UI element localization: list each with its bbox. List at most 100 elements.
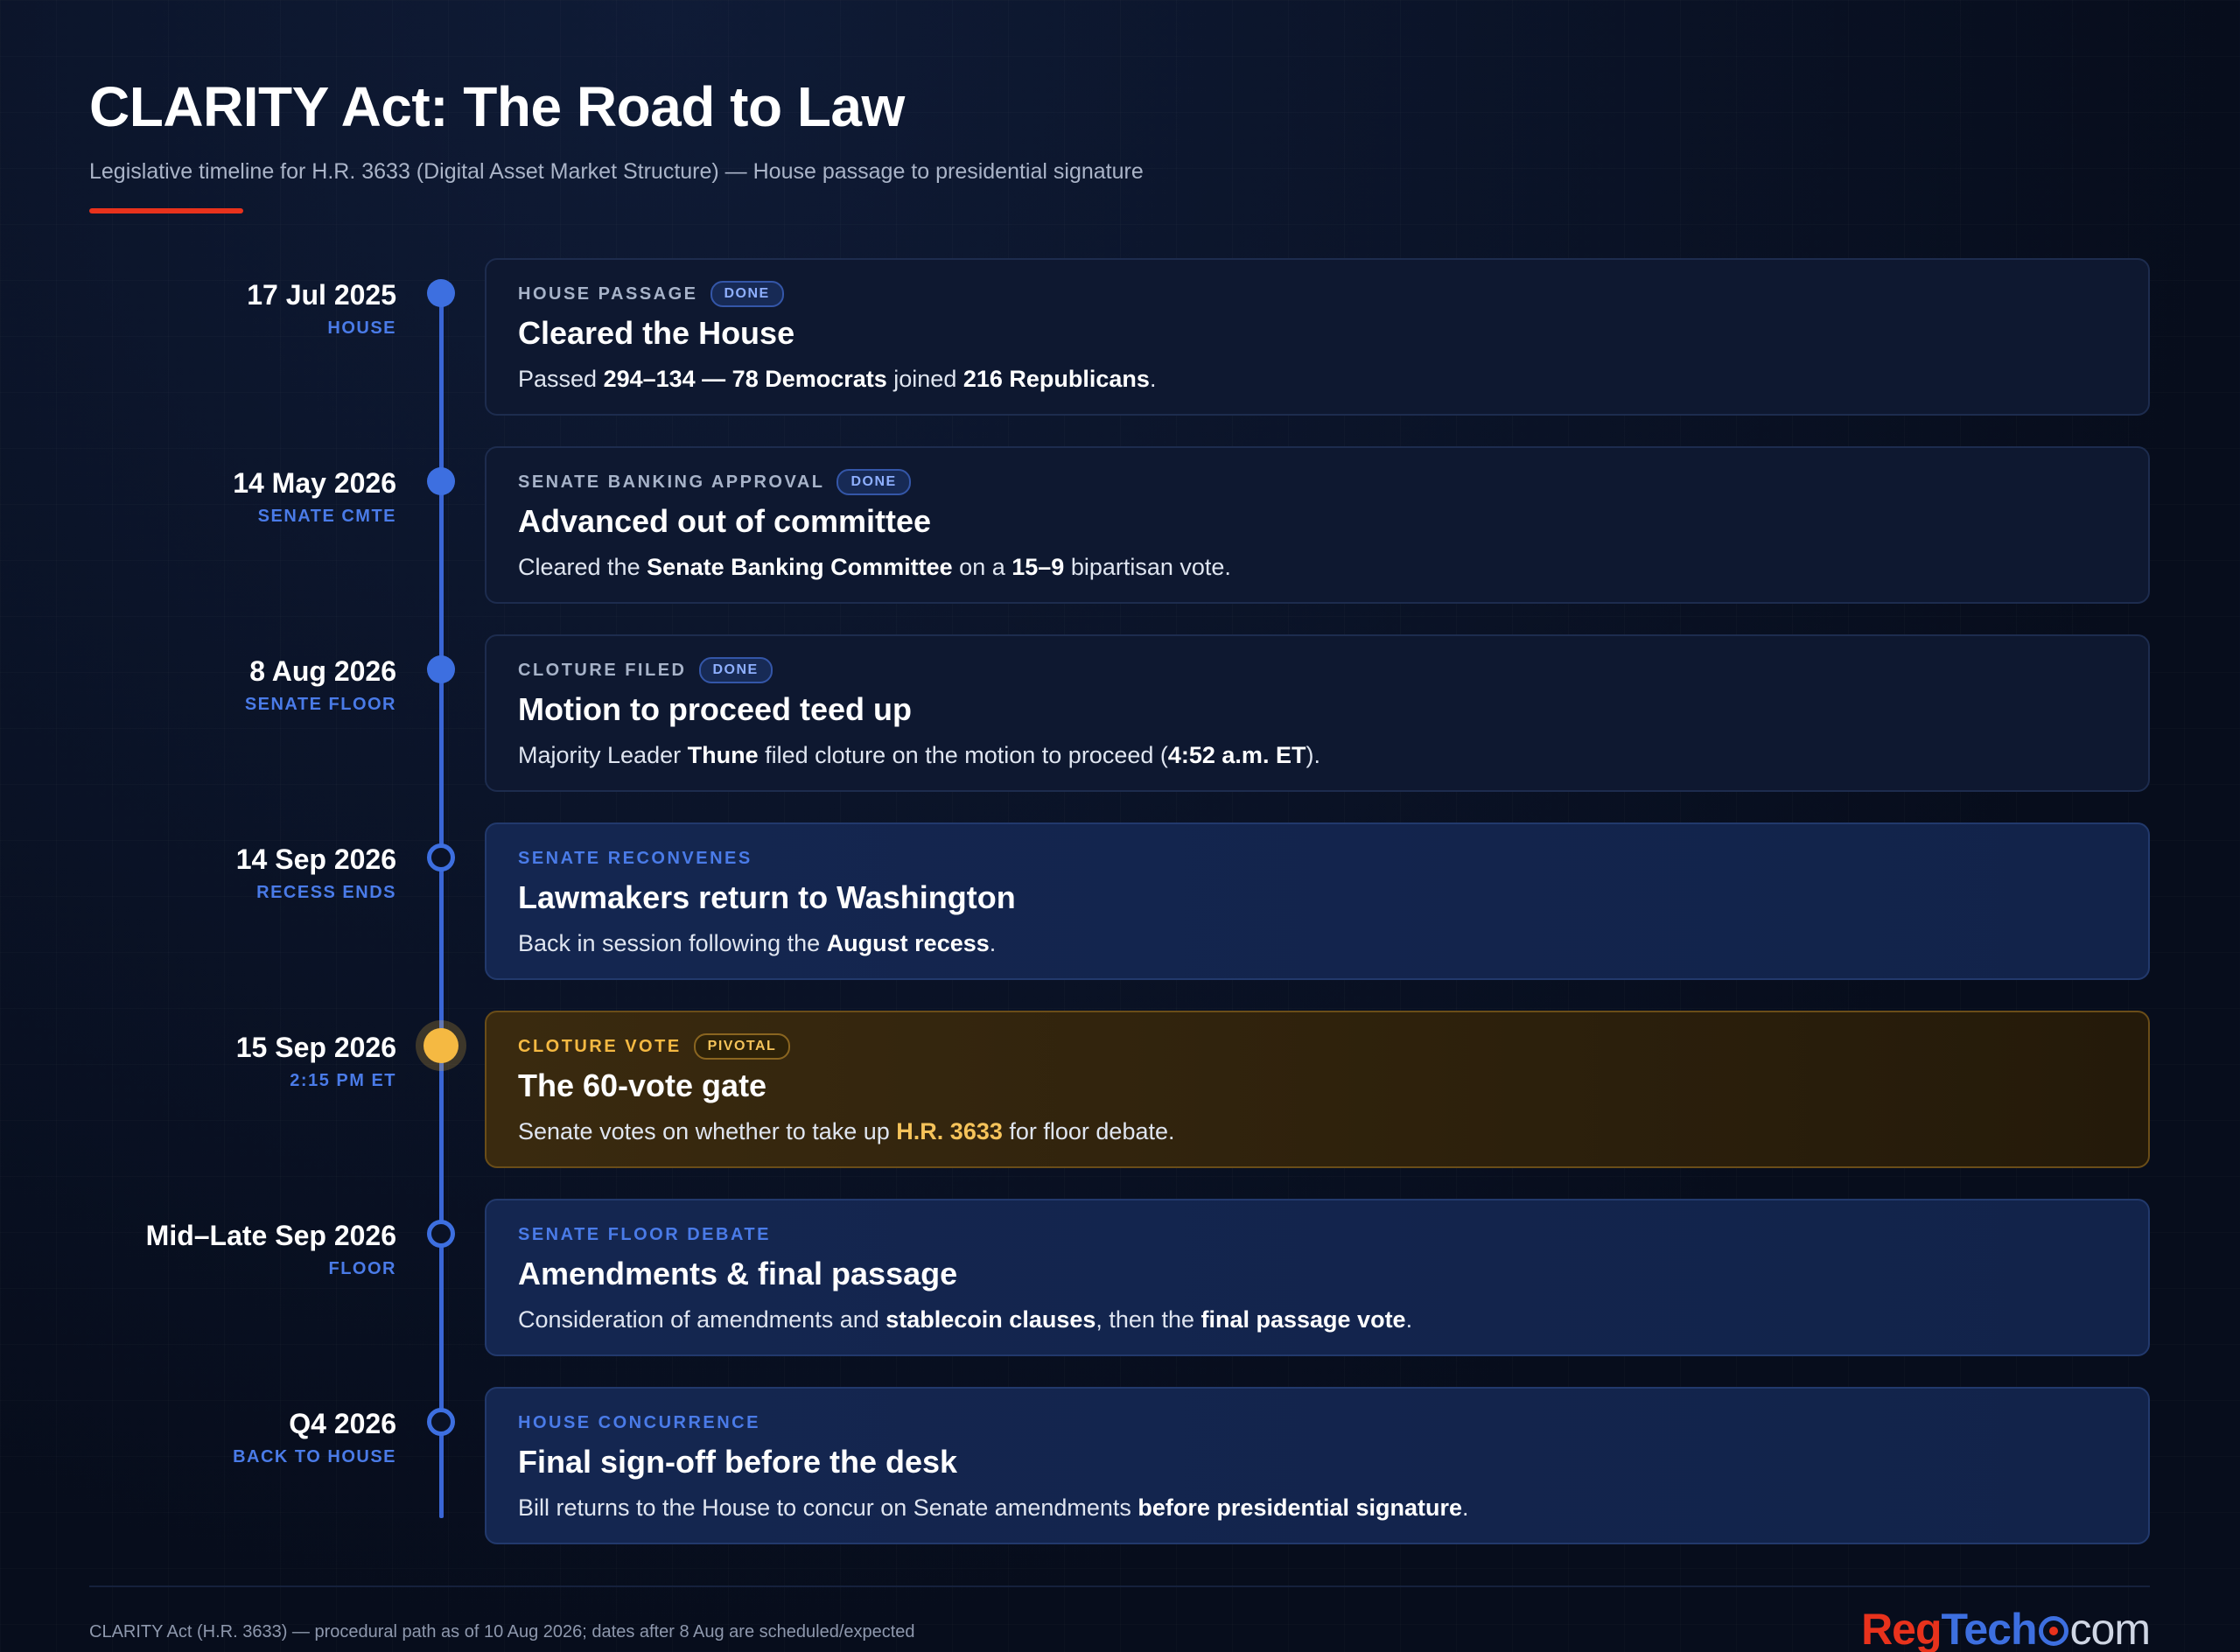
event-card[interactable]: SENATE BANKING APPROVAL DONE Advanced out … [485,446,2150,604]
event-description: Bill returns to the House to concur on S… [518,1492,2117,1523]
event-description: Cleared the Senate Banking Committee on … [518,551,2117,583]
event-date-block: 17 Jul 2025 HOUSE [247,277,396,339]
event-kicker: SENATE BANKING APPROVAL [518,472,825,492]
event-kicker: HOUSE CONCURRENCE [518,1412,760,1432]
description-text: Bill returns to the House to concur on S… [518,1494,1138,1521]
timeline-node-icon [427,279,455,307]
timeline-event: 15 Sep 2026 2:15 PM ET CLOTURE VOTE PIVOTAL… [0,1011,2240,1168]
description-emphasis: Thune [687,742,759,768]
description-text: Cleared the [518,554,648,580]
event-kicker-row: SENATE BANKING APPROVAL DONE [518,469,2117,495]
event-stage-tag: HOUSE [327,318,396,338]
description-emphasis: stablecoin clauses [886,1306,1096,1333]
footer-note: CLARITY Act (H.R. 3633) — procedural pat… [89,1622,915,1642]
timeline-node-icon [427,655,455,683]
description-emphasis: 4:52 a.m. ET [1167,742,1306,768]
header: CLARITY Act: The Road to Law Legislative… [89,75,1144,186]
event-card[interactable]: HOUSE PASSAGE DONE Cleared the House Passed… [485,258,2150,416]
event-kicker-row: SENATE FLOOR DEBATE [518,1222,2117,1248]
description-text: Consideration of amendments and [518,1306,886,1333]
brand-dot-icon [2038,1616,2068,1646]
event-title: The 60-vote gate [518,1068,767,1103]
description-text: , then the [1096,1306,1201,1333]
event-date-block: 15 Sep 2026 2:15 PM ET [236,1030,396,1091]
event-kicker: CLOTURE FILED [518,660,687,680]
event-card[interactable]: SENATE RECONVENES Lawmakers return to Was… [485,822,2150,980]
event-stage-tag: RECESS ENDS [256,883,396,902]
event-date-block: 14 May 2026 SENATE CMTE [233,466,396,527]
event-card[interactable]: CLOTURE FILED DONE Motion to proceed teed … [485,634,2150,792]
event-date: 14 Sep 2026 [235,844,396,875]
timeline-event: 14 May 2026 SENATE CMTE SENATE BANKING APP… [0,446,2240,604]
description-text: . [1462,1494,1469,1521]
event-date: Q4 2026 [289,1408,396,1439]
event-date-block: Mid–Late Sep 2026 FLOOR [146,1218,396,1279]
brand-tech: Tech [1941,1605,2038,1652]
event-date: 14 May 2026 [233,467,396,499]
brand-com: com [2069,1605,2151,1652]
status-badge: DONE [836,469,911,495]
timeline-node-icon [427,1408,455,1436]
event-date-block: Q4 2026 BACK TO HOUSE [233,1406,396,1467]
event-date: 8 Aug 2026 [249,655,396,687]
brand-reg: Reg [1861,1605,1942,1652]
description-emphasis: Senate Banking Committee [647,554,953,580]
description-emphasis: final passage vote [1200,1306,1406,1333]
brand-logo[interactable]: RegTech com [1861,1605,2151,1652]
event-kicker-row: CLOTURE VOTE PIVOTAL [518,1033,2117,1060]
timeline-event: 14 Sep 2026 RECESS ENDS SENATE RECONVENES L… [0,822,2240,980]
description-text: for floor debate. [1002,1118,1175,1144]
timeline-node-icon [427,467,455,495]
event-date-block: 8 Aug 2026 SENATE FLOOR [245,654,396,715]
event-kicker-row: SENATE RECONVENES [518,845,2117,872]
description-emphasis: August recess [826,930,990,956]
timeline-event: 8 Aug 2026 SENATE FLOOR CLOTURE FILED DONE M… [0,634,2240,792]
footer-divider [89,1586,2150,1587]
event-date: 17 Jul 2025 [247,279,396,311]
event-stage-tag: BACK TO HOUSE [233,1447,396,1466]
description-text: ). [1306,742,1320,768]
description-text: . [989,930,997,956]
event-description: Passed 294–134 — 78 Democrats joined 216… [518,363,2117,395]
page-title: CLARITY Act: The Road to Law [89,75,905,138]
event-kicker: SENATE FLOOR DEBATE [518,1224,771,1244]
timeline-node-icon [424,1028,458,1063]
event-title: Final sign-off before the desk [518,1444,958,1480]
description-emphasis: 216 Republicans [962,366,1150,392]
description-text: Passed [518,366,604,392]
event-title: Motion to proceed teed up [518,691,912,727]
description-emphasis: 294–134 — 78 Democrats [603,366,887,392]
timeline-event: Q4 2026 BACK TO HOUSE HOUSE CONCURRENCE Fin… [0,1387,2240,1544]
page-subtitle: Legislative timeline for H.R. 3633 (Digi… [89,159,1144,184]
event-kicker: HOUSE PASSAGE [518,284,698,304]
status-badge: PIVOTAL [693,1033,791,1060]
event-card[interactable]: SENATE FLOOR DEBATE Amendments & final pa… [485,1199,2150,1356]
event-date-block: 14 Sep 2026 RECESS ENDS [236,842,396,903]
event-date: Mid–Late Sep 2026 [145,1220,396,1251]
event-title: Lawmakers return to Washington [518,879,1016,915]
event-description: Senate votes on whether to take up H.R. … [518,1116,2117,1147]
timeline-event: Mid–Late Sep 2026 FLOOR SENATE FLOOR DEBAT… [0,1199,2240,1356]
description-text: joined [886,366,963,392]
event-stage-tag: 2:15 PM ET [290,1071,396,1090]
timeline-node-icon [427,1220,455,1248]
event-description: Consideration of amendments and stableco… [518,1304,2117,1335]
event-title: Amendments & final passage [518,1256,958,1292]
timeline-node-icon [427,844,455,872]
description-text: Senate votes on whether to take up [518,1118,897,1144]
timeline-event: 17 Jul 2025 HOUSE HOUSE PASSAGE DONE Cleared… [0,258,2240,416]
description-emphasis: H.R. 3633 [896,1118,1003,1144]
description-text: . [1405,1306,1413,1333]
event-stage-tag: FLOOR [328,1259,396,1278]
event-card[interactable]: CLOTURE VOTE PIVOTAL The 60-vote gate Senat… [485,1011,2150,1168]
accent-divider [89,208,243,214]
event-stage-tag: SENATE CMTE [257,507,396,526]
description-text: Back in session following the [518,930,827,956]
event-title: Advanced out of committee [518,503,932,539]
event-description: Majority Leader Thune filed cloture on t… [518,739,2117,771]
event-kicker-row: HOUSE CONCURRENCE [518,1410,2117,1436]
event-date: 15 Sep 2026 [235,1032,396,1063]
event-card[interactable]: HOUSE CONCURRENCE Final sign-off before t… [485,1387,2150,1544]
event-stage-tag: SENATE FLOOR [244,695,396,714]
description-text: filed cloture on the motion to proceed ( [758,742,1168,768]
